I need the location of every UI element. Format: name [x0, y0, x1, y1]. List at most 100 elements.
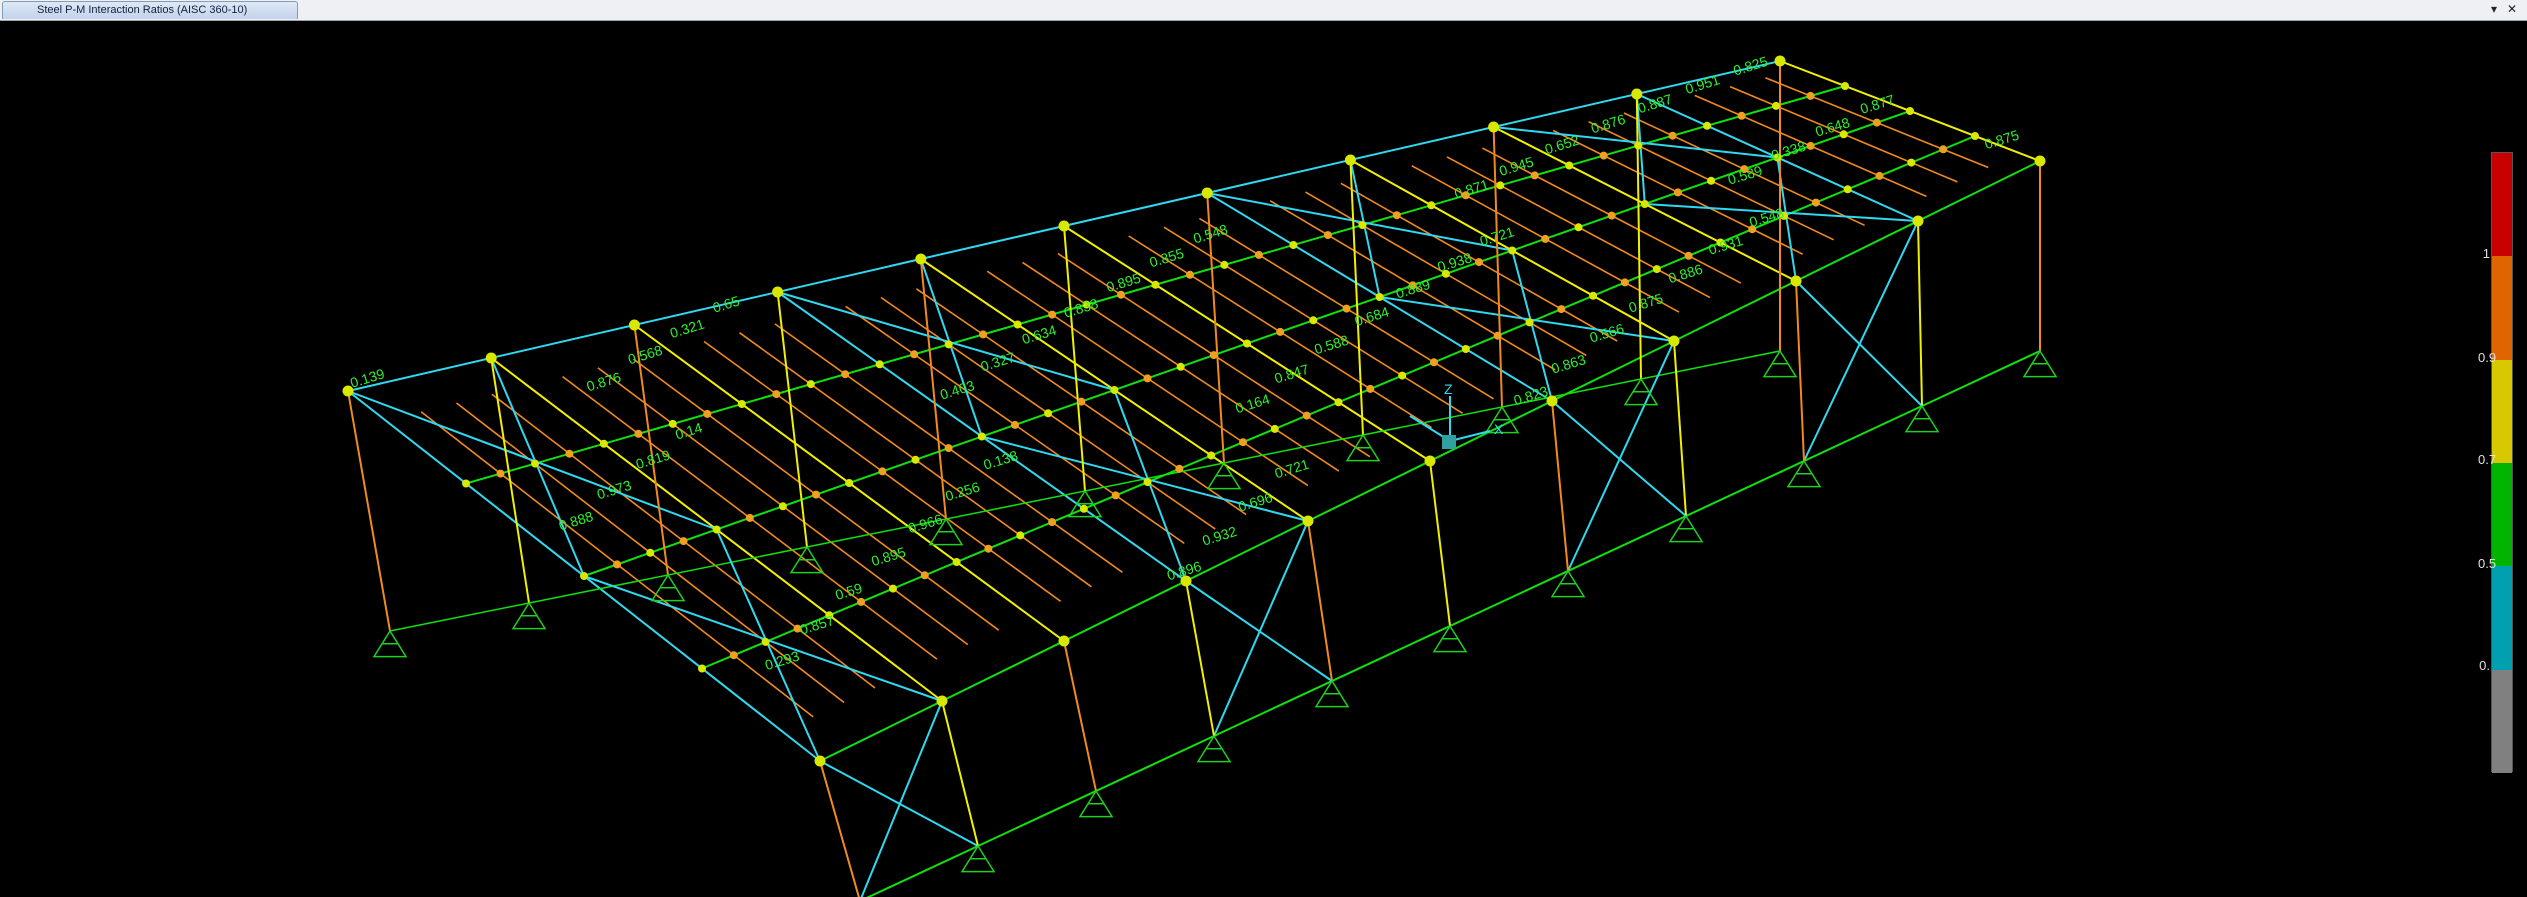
joint-node[interactable]	[889, 584, 897, 593]
joint-node[interactable]	[1044, 409, 1053, 418]
joint-node[interactable]	[1496, 181, 1505, 190]
column[interactable]	[1063, 640, 1097, 792]
joint-node[interactable]	[1668, 335, 1680, 347]
joint-node[interactable]	[1912, 215, 1924, 227]
roof-brace[interactable]	[715, 529, 821, 762]
close-icon[interactable]: ✕	[2504, 1, 2520, 17]
joint-node[interactable]	[915, 253, 927, 265]
joint-node[interactable]	[1508, 246, 1517, 255]
joint-node[interactable]	[712, 525, 721, 534]
joint-node[interactable]	[1201, 187, 1213, 199]
joint-node[interactable]	[1375, 293, 1384, 301]
roof-brace[interactable]	[1493, 126, 1778, 159]
joint-node[interactable]	[1737, 111, 1746, 120]
joint-node[interactable]	[1461, 345, 1470, 353]
joint-node[interactable]	[875, 360, 884, 369]
column[interactable]	[347, 390, 391, 632]
column[interactable]	[1917, 220, 1923, 407]
joint-node[interactable]	[1673, 188, 1682, 197]
joint-node[interactable]	[1707, 176, 1716, 185]
joint-node[interactable]	[1176, 362, 1185, 371]
model-3d-viewport[interactable]: 0.139 0.14 0.138 0.721 0.548 0.721 0.548 0.825 0…	[0, 21, 2527, 897]
joint-node[interactable]	[1243, 339, 1251, 348]
joint-node[interactable]	[1530, 171, 1539, 180]
structure-model-view[interactable]: 0.1390.140.138 0.7210.548 0.7210.5480.8250…	[0, 21, 2527, 897]
joint-node[interactable]	[599, 439, 608, 448]
joint-node[interactable]	[841, 370, 850, 379]
joint-node[interactable]	[1493, 331, 1502, 340]
joint-node[interactable]	[944, 444, 953, 453]
joint-node[interactable]	[1640, 200, 1649, 208]
joint-node[interactable]	[944, 340, 953, 349]
joint-node[interactable]	[984, 544, 993, 553]
joint-node[interactable]	[1841, 82, 1849, 90]
tab-steel-pm-ratios[interactable]: Steel P-M Interaction Ratios (AISC 360-1…	[2, 1, 298, 19]
joint-node[interactable]	[737, 400, 746, 408]
joint-node[interactable]	[628, 319, 640, 331]
joint-node[interactable]	[1652, 265, 1661, 274]
joint-node[interactable]	[613, 560, 622, 569]
joint-node[interactable]	[1151, 280, 1160, 289]
joint-node[interactable]	[772, 286, 784, 298]
joint-node[interactable]	[1048, 518, 1057, 527]
joint-node[interactable]	[1013, 320, 1022, 329]
joint-node[interactable]	[1186, 270, 1194, 279]
joint-node[interactable]	[1541, 234, 1550, 243]
joint-node[interactable]	[1209, 351, 1218, 360]
joint-node[interactable]	[496, 469, 505, 478]
joint-node[interactable]	[1872, 118, 1881, 127]
wall-brace[interactable]	[1567, 340, 1675, 572]
joint-node[interactable]	[806, 380, 815, 389]
joint-node[interactable]	[1143, 374, 1152, 383]
joint-node[interactable]	[1342, 304, 1351, 313]
joint-node[interactable]	[1668, 131, 1677, 140]
column[interactable]	[1307, 520, 1333, 682]
joint-node[interactable]	[729, 651, 738, 660]
column[interactable]	[1673, 340, 1687, 517]
joint-node[interactable]	[1175, 464, 1184, 473]
joint-node[interactable]	[1289, 241, 1298, 249]
joint-node[interactable]	[1239, 438, 1247, 447]
joint-node[interactable]	[679, 537, 688, 546]
joint-node[interactable]	[1589, 291, 1598, 300]
joint-node[interactable]	[1574, 223, 1583, 232]
joint-node[interactable]	[485, 352, 497, 364]
joint-node[interactable]	[761, 637, 770, 646]
joint-node[interactable]	[1220, 260, 1229, 269]
joint-node[interactable]	[1058, 635, 1070, 647]
joint-node[interactable]	[1207, 451, 1216, 460]
roof-brace[interactable]	[583, 575, 943, 702]
joint-node[interactable]	[1620, 278, 1629, 287]
joint-node[interactable]	[911, 455, 920, 464]
joint-node[interactable]	[1079, 504, 1088, 513]
joint-node[interactable]	[1525, 318, 1534, 327]
joint-node[interactable]	[1016, 531, 1025, 540]
joint-node[interactable]	[703, 409, 712, 418]
joint-node[interactable]	[920, 571, 929, 580]
joint-node[interactable]	[1875, 171, 1884, 180]
joint-node[interactable]	[878, 467, 887, 476]
joint-node[interactable]	[1302, 515, 1314, 527]
joint-node[interactable]	[1774, 55, 1786, 67]
joint-node[interactable]	[1398, 371, 1407, 380]
joint-node[interactable]	[1424, 455, 1436, 467]
column[interactable]	[1551, 400, 1569, 572]
joint-node[interactable]	[1790, 275, 1802, 287]
joint-node[interactable]	[1565, 161, 1574, 170]
joint-node[interactable]	[1772, 101, 1780, 110]
joint-node[interactable]	[1276, 327, 1285, 336]
joint-node[interactable]	[1302, 411, 1311, 420]
joint-node[interactable]	[936, 695, 948, 707]
joint-node[interactable]	[1427, 201, 1436, 210]
column[interactable]	[490, 357, 530, 604]
joint-node[interactable]	[565, 449, 574, 458]
joint-node[interactable]	[1270, 424, 1279, 433]
column[interactable]	[1795, 280, 1805, 462]
roof-brace[interactable]	[1511, 250, 1553, 402]
joint-node[interactable]	[1631, 88, 1643, 100]
joint-node[interactable]	[1048, 310, 1057, 319]
joint-node[interactable]	[462, 479, 470, 488]
joint-node[interactable]	[1599, 151, 1608, 160]
wall-brace[interactable]	[1213, 520, 1309, 737]
column[interactable]	[941, 700, 979, 847]
